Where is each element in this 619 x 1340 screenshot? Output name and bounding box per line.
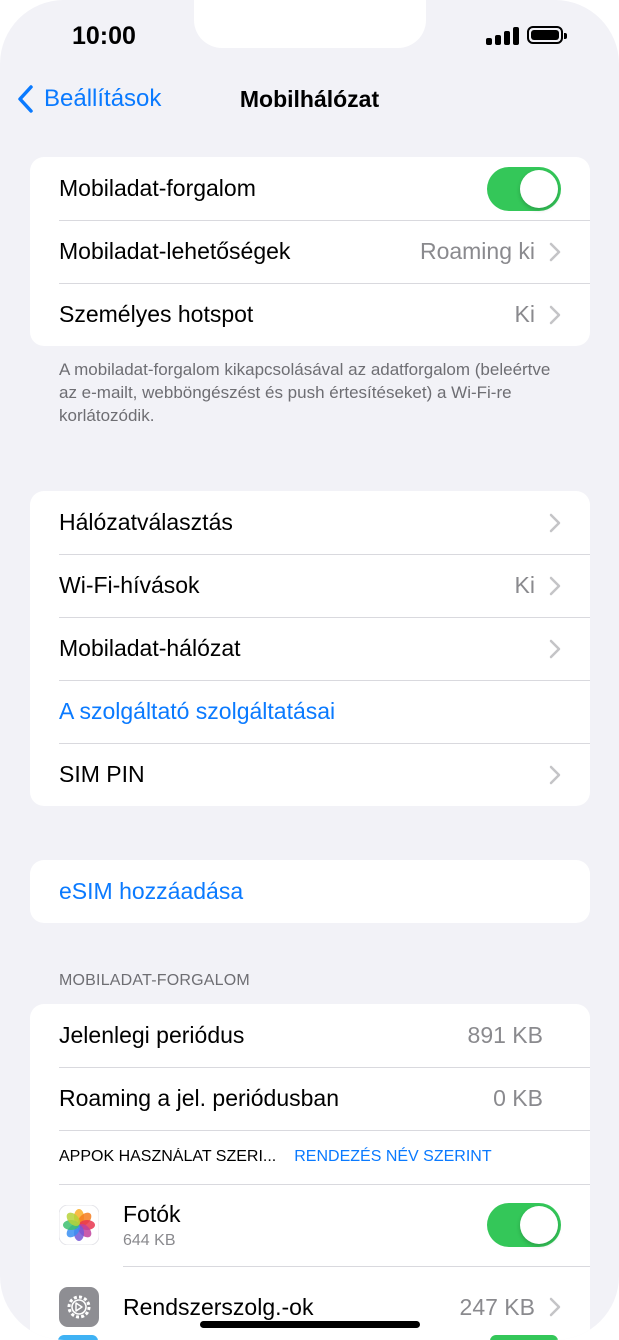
mobile-data-toggle[interactable] xyxy=(487,166,561,211)
battery-icon xyxy=(527,26,567,44)
data-options-row[interactable]: Mobiladat-lehetőségek Roaming ki xyxy=(30,220,590,283)
hotspot-label: Személyes hotspot xyxy=(59,301,254,327)
next-toggle-peek xyxy=(490,1335,558,1340)
chevron-right-icon xyxy=(549,639,561,658)
roaming-period-row: Roaming a jel. periódusban 0 KB xyxy=(30,1067,590,1130)
mobile-data-footer-note: A mobiladat-forgalom kikapcsolásával az … xyxy=(59,360,551,425)
phone-screen: 10:00 Beállítások Mobilhálózat Mobiladat… xyxy=(0,0,619,1340)
data-options-label: Mobiladat-lehetőségek xyxy=(59,238,291,264)
current-period-value: 891 KB xyxy=(467,1022,543,1048)
carrier-services-link[interactable]: A szolgáltató szolgáltatásai xyxy=(59,698,561,725)
wifi-calling-row[interactable]: Wi-Fi-hívások Ki xyxy=(30,554,590,617)
app-usage: 644 KB xyxy=(123,1231,176,1249)
chevron-right-icon xyxy=(549,1297,561,1317)
hotspot-row[interactable]: Személyes hotspot Ki xyxy=(30,283,590,346)
network-group: Hálózatválasztás Wi-Fi-hívások Ki Mobila… xyxy=(30,491,590,806)
usage-section-header: MOBILADAT-FORGALOM xyxy=(59,972,250,989)
esim-group: eSIM hozzáadása xyxy=(30,860,590,923)
app-name: Rendszerszolg.-ok xyxy=(123,1293,314,1320)
mobile-data-group: Mobiladat-forgalom Mobiladat-lehetőségek… xyxy=(30,157,590,346)
current-period-row: Jelenlegi periódus 891 KB xyxy=(30,1004,590,1067)
home-indicator[interactable] xyxy=(200,1321,420,1328)
sort-by-name-button[interactable]: RENDEZÉS NÉV SZERINT xyxy=(294,1148,491,1166)
sort-by-usage-label: APPOK HASZNÁLAT SZERI... xyxy=(59,1148,277,1165)
roaming-period-value: 0 KB xyxy=(493,1085,543,1111)
wifi-calling-label: Wi-Fi-hívások xyxy=(59,572,200,598)
signal-strength-icon xyxy=(486,27,520,45)
wifi-calling-value: Ki xyxy=(514,572,535,598)
chevron-right-icon xyxy=(549,765,561,784)
add-esim-button[interactable]: eSIM hozzáadása xyxy=(59,878,561,905)
status-time: 10:00 xyxy=(72,22,136,50)
hotspot-value: Ki xyxy=(514,301,535,327)
photos-icon xyxy=(59,1205,99,1245)
sim-pin-row[interactable]: SIM PIN xyxy=(30,743,590,806)
app-row-system-services[interactable]: Rendszerszolg.-ok 247 KB xyxy=(30,1266,590,1340)
photos-data-toggle[interactable] xyxy=(487,1203,561,1247)
page-title: Mobilhálózat xyxy=(239,86,380,112)
chevron-right-icon xyxy=(549,242,561,261)
app-row-photos: Fotók 644 KB xyxy=(30,1184,590,1266)
roaming-period-label: Roaming a jel. periódusban xyxy=(59,1085,340,1111)
app-usage-value: 247 KB xyxy=(459,1293,535,1320)
notch xyxy=(194,0,426,48)
sort-row: APPOK HASZNÁLAT SZERI... RENDEZÉS NÉV SZ… xyxy=(30,1130,590,1184)
cellular-network-row[interactable]: Mobiladat-hálózat xyxy=(30,617,590,680)
next-app-icon-peek xyxy=(58,1335,98,1340)
chevron-right-icon xyxy=(549,305,561,324)
mobile-data-label: Mobiladat-forgalom xyxy=(59,175,256,201)
data-options-value: Roaming ki xyxy=(419,238,535,264)
current-period-label: Jelenlegi periódus xyxy=(59,1022,245,1048)
network-selection-row[interactable]: Hálózatválasztás xyxy=(30,491,590,554)
mobile-data-row: Mobiladat-forgalom xyxy=(30,157,590,220)
usage-group: Jelenlegi periódus 891 KB Roaming a jel.… xyxy=(30,1004,590,1340)
chevron-right-icon xyxy=(549,513,561,532)
app-name: Fotók xyxy=(123,1200,181,1227)
sim-pin-label: SIM PIN xyxy=(59,761,145,787)
chevron-right-icon xyxy=(549,576,561,595)
cellular-network-label: Mobiladat-hálózat xyxy=(59,635,241,661)
system-services-gear-icon xyxy=(59,1287,99,1327)
network-selection-label: Hálózatválasztás xyxy=(59,509,233,535)
add-esim-row[interactable]: eSIM hozzáadása xyxy=(30,860,590,923)
carrier-services-row[interactable]: A szolgáltató szolgáltatásai xyxy=(30,680,590,743)
